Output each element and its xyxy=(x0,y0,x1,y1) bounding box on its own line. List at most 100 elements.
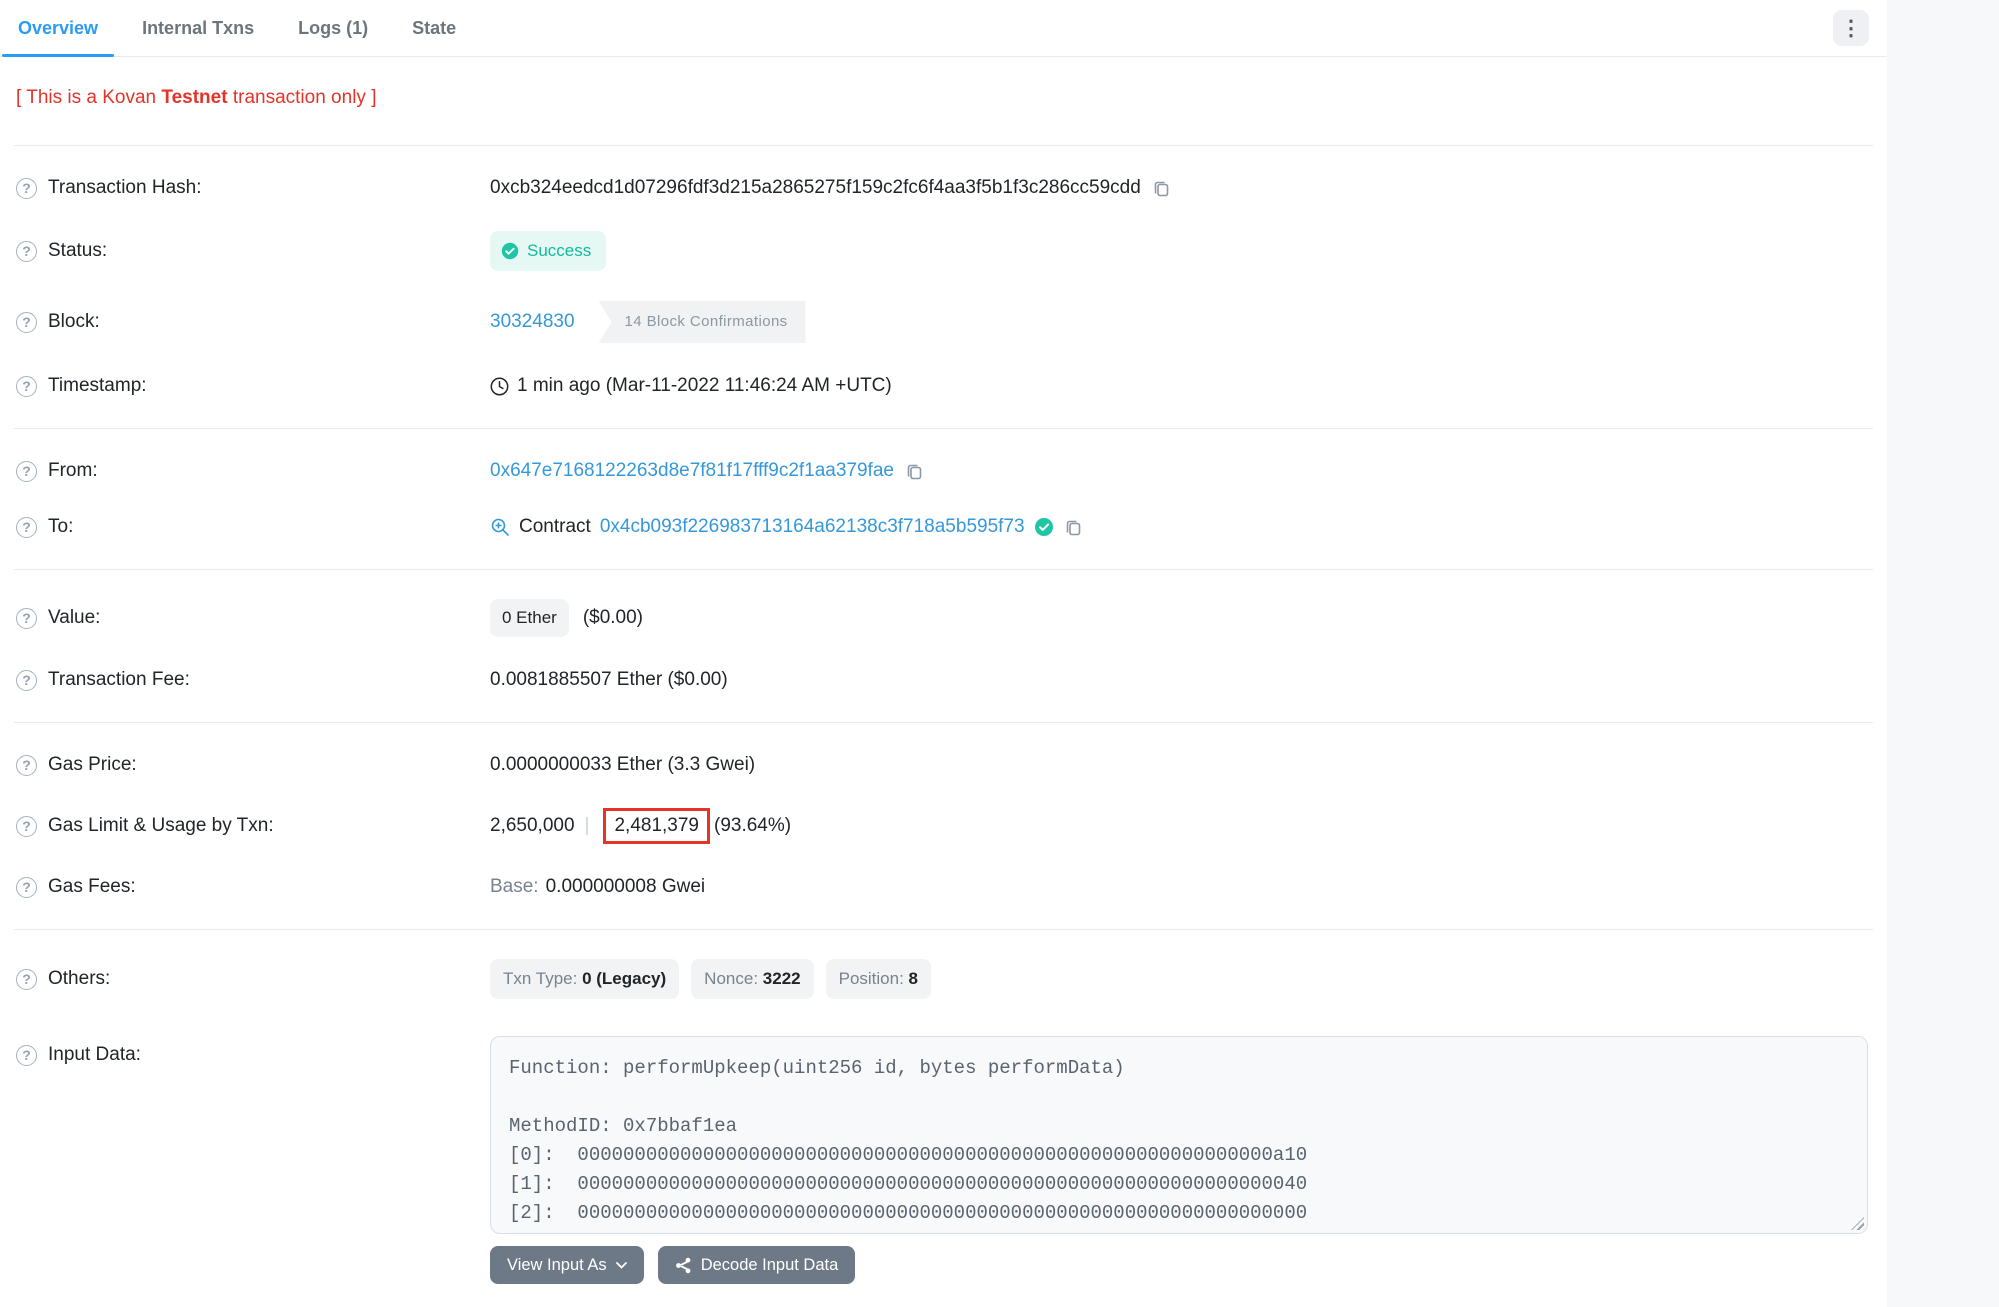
view-input-as-button[interactable]: View Input As xyxy=(490,1246,644,1284)
section-value: ? Value: 0 Ether ($0.00) ? Transaction F… xyxy=(0,578,1887,714)
row-gas-price: ? Gas Price: 0.0000000033 Ether (3.3 Gwe… xyxy=(0,737,1887,793)
tab-logs[interactable]: Logs (1) xyxy=(282,0,384,56)
gas-price-label: Gas Price: xyxy=(48,752,137,778)
gas-limit-label: Gas Limit & Usage by Txn: xyxy=(48,813,274,839)
row-timestamp: ? Timestamp: 1 min ago (Mar-11-2022 11:4… xyxy=(0,358,1887,414)
timestamp-value: 1 min ago (Mar-11-2022 11:46:24 AM +UTC) xyxy=(517,373,892,399)
section-addresses: ? From: 0x647e7168122263d8e7f81f17fff9c2… xyxy=(0,437,1887,561)
gas-base-value: 0.000000008 Gwei xyxy=(546,874,706,900)
row-status: ? Status: Success xyxy=(0,216,1887,286)
status-badge: Success xyxy=(490,231,606,271)
transaction-hash-label: Transaction Hash: xyxy=(48,175,201,201)
view-input-as-label: View Input As xyxy=(507,1256,607,1275)
row-transaction-hash: ? Transaction Hash: 0xcb324eedcd1d07296f… xyxy=(0,160,1887,216)
more-options-button[interactable]: ⋮ xyxy=(1833,10,1869,46)
tab-internal-txns[interactable]: Internal Txns xyxy=(126,0,270,56)
row-block: ? Block: 30324830 14 Block Confirmations xyxy=(0,286,1887,358)
question-circle-icon[interactable]: ? xyxy=(16,670,37,691)
block-confirmations-badge: 14 Block Confirmations xyxy=(599,301,806,343)
transaction-detail-card: Overview Internal Txns Logs (1) State ⋮ … xyxy=(0,0,1887,1307)
section-overview-top: ? Transaction Hash: 0xcb324eedcd1d07296f… xyxy=(0,154,1887,420)
question-circle-icon[interactable]: ? xyxy=(16,517,37,538)
txn-type-badge: Txn Type: 0 (Legacy) xyxy=(490,959,679,999)
clock-icon xyxy=(490,377,509,396)
from-label: From: xyxy=(48,458,98,484)
question-circle-icon[interactable]: ? xyxy=(16,969,37,990)
magnifier-plus-icon xyxy=(490,517,510,537)
section-others-input: ? Others: Txn Type: 0 (Legacy) Nonce: 32… xyxy=(0,938,1887,1305)
block-label: Block: xyxy=(48,309,100,335)
question-circle-icon[interactable]: ? xyxy=(16,312,37,333)
testnet-notice: [ This is a Kovan Testnet transaction on… xyxy=(0,57,1887,137)
nonce-badge: Nonce: 3222 xyxy=(691,959,813,999)
nonce-label: Nonce: xyxy=(704,969,758,988)
gas-base-label: Base: xyxy=(490,874,539,900)
transaction-fee-label: Transaction Fee: xyxy=(48,667,190,693)
to-type-text: Contract xyxy=(519,514,591,540)
copy-icon xyxy=(1151,178,1172,199)
chevron-down-icon xyxy=(616,1262,627,1269)
position-value: 8 xyxy=(909,969,918,988)
copy-from-address-button[interactable] xyxy=(904,461,925,482)
row-transaction-fee: ? Transaction Fee: 0.0081885507 Ether ($… xyxy=(0,652,1887,708)
decode-input-data-button[interactable]: Decode Input Data xyxy=(658,1246,856,1284)
section-divider xyxy=(14,428,1873,429)
question-circle-icon[interactable]: ? xyxy=(16,241,37,262)
tab-bar: Overview Internal Txns Logs (1) State ⋮ xyxy=(0,0,1887,57)
others-label: Others: xyxy=(48,966,110,992)
input-data-textarea[interactable]: Function: performUpkeep(uint256 id, byte… xyxy=(490,1036,1868,1234)
gas-used-highlight-box: 2,481,379 xyxy=(603,808,710,844)
question-circle-icon[interactable]: ? xyxy=(16,178,37,199)
copy-hash-button[interactable] xyxy=(1151,178,1172,199)
gas-used-value: 2,481,379 xyxy=(614,815,699,836)
notice-bold: Testnet xyxy=(161,87,227,108)
block-number-link[interactable]: 30324830 xyxy=(490,309,575,335)
gas-used-percent: (93.64%) xyxy=(714,813,791,839)
row-from: ? From: 0x647e7168122263d8e7f81f17fff9c2… xyxy=(0,443,1887,499)
question-circle-icon[interactable]: ? xyxy=(16,1045,37,1066)
row-gas-limit-usage: ? Gas Limit & Usage by Txn: 2,650,000 | … xyxy=(0,793,1887,859)
txn-type-label: Txn Type: xyxy=(503,969,577,988)
value-label: Value: xyxy=(48,605,100,631)
ether-value-badge: 0 Ether xyxy=(490,599,569,637)
kebab-vertical-icon: ⋮ xyxy=(1841,18,1862,39)
share-nodes-icon xyxy=(675,1257,692,1274)
question-circle-icon[interactable]: ? xyxy=(16,461,37,482)
position-badge: Position: 8 xyxy=(826,959,931,999)
status-label: Status: xyxy=(48,238,107,264)
row-others: ? Others: Txn Type: 0 (Legacy) Nonce: 32… xyxy=(0,944,1887,1014)
copy-icon xyxy=(904,461,925,482)
gas-separator: | xyxy=(585,813,590,839)
input-data-actions: View Input As Decode Input Data xyxy=(490,1246,1868,1284)
question-circle-icon[interactable]: ? xyxy=(16,755,37,776)
notice-suffix: transaction only ] xyxy=(228,87,377,108)
txn-type-value: 0 (Legacy) xyxy=(582,969,666,988)
copy-to-address-button[interactable] xyxy=(1063,517,1084,538)
gas-limit-value: 2,650,000 xyxy=(490,813,575,839)
timestamp-label: Timestamp: xyxy=(48,373,147,399)
transaction-hash-value: 0xcb324eedcd1d07296fdf3d215a2865275f159c… xyxy=(490,175,1141,201)
question-circle-icon[interactable]: ? xyxy=(16,816,37,837)
section-divider xyxy=(14,722,1873,723)
row-value: ? Value: 0 Ether ($0.00) xyxy=(0,584,1887,652)
to-address-link[interactable]: 0x4cb093f226983713164a62138c3f718a5b595f… xyxy=(600,514,1025,540)
section-gas: ? Gas Price: 0.0000000033 Ether (3.3 Gwe… xyxy=(0,731,1887,921)
nonce-value: 3222 xyxy=(763,969,801,988)
tab-overview[interactable]: Overview xyxy=(2,0,114,56)
position-label: Position: xyxy=(839,969,904,988)
question-circle-icon[interactable]: ? xyxy=(16,376,37,397)
question-circle-icon[interactable]: ? xyxy=(16,877,37,898)
value-usd: ($0.00) xyxy=(583,605,643,631)
row-input-data: ? Input Data: Function: performUpkeep(ui… xyxy=(0,1014,1887,1299)
decode-button-label: Decode Input Data xyxy=(701,1256,839,1275)
section-divider xyxy=(14,145,1873,146)
input-data-label: Input Data: xyxy=(48,1042,141,1068)
check-circle-icon xyxy=(501,242,519,260)
question-circle-icon[interactable]: ? xyxy=(16,608,37,629)
verified-check-circle-icon xyxy=(1034,517,1054,537)
section-divider xyxy=(14,929,1873,930)
transaction-fee-value: 0.0081885507 Ether ($0.00) xyxy=(490,667,728,693)
gas-price-value: 0.0000000033 Ether (3.3 Gwei) xyxy=(490,752,755,778)
from-address-link[interactable]: 0x647e7168122263d8e7f81f17fff9c2f1aa379f… xyxy=(490,458,894,484)
tab-state[interactable]: State xyxy=(396,0,472,56)
